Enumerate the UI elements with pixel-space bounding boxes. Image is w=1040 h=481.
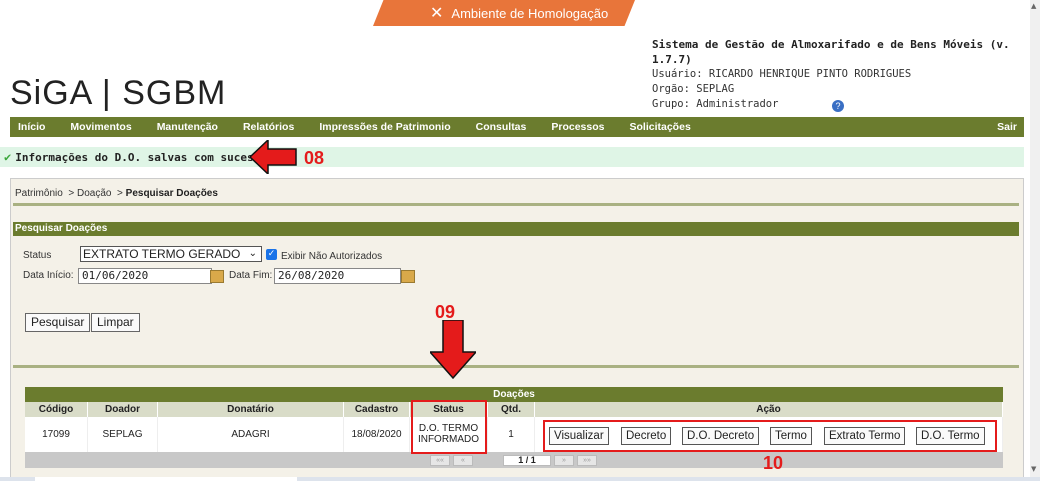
success-message: ✔ Informações do D.O. salvas com sucesso…	[0, 147, 1024, 167]
status-label: Status	[23, 250, 52, 261]
menu-item-inicio[interactable]: Início	[18, 121, 45, 133]
header-qty[interactable]: Qtd. Bens	[488, 402, 535, 430]
org-info: Orgão: SEPLAG	[652, 83, 735, 95]
system-info: Sistema de Gestão de Almoxarifado e de B…	[652, 37, 1040, 112]
breadcrumb-doacao[interactable]: Doação	[77, 188, 111, 199]
tools-icon: ✕	[430, 5, 444, 22]
cell-recipient: ADAGRI	[158, 417, 344, 452]
show-unauthorized-checkbox[interactable]: ✓	[266, 249, 277, 260]
end-date-label: Data Fim:	[229, 270, 273, 281]
cell-qty: 1	[488, 417, 535, 452]
pagination: «« « 1 / 1 » »»	[25, 452, 1003, 468]
check-icon: ✔	[4, 150, 12, 164]
grid-header: Código Doador Donatário Cadastro Status …	[25, 402, 1003, 430]
chevron-down-icon: ⌄	[248, 248, 257, 259]
calendar-icon[interactable]	[210, 270, 224, 283]
success-message-text: Informações do D.O. salvas com sucesso.	[15, 150, 274, 164]
show-unauthorized-label: Exibir Não Autorizados	[281, 251, 383, 262]
end-date-input[interactable]: 26/08/2020	[274, 268, 401, 284]
header-donor[interactable]: Doador	[88, 402, 158, 417]
last-page-button[interactable]: »»	[577, 455, 597, 466]
group-info: Grupo: Administrador	[652, 98, 779, 110]
annotation-arrow-down-icon	[430, 320, 476, 380]
page-indicator: 1 / 1	[503, 455, 551, 466]
calendar-icon[interactable]	[401, 270, 415, 283]
header-created[interactable]: Cadastro	[344, 402, 410, 417]
scroll-down-icon[interactable]: ▼	[1031, 465, 1036, 473]
user-info: Usuário: RICARDO HENRIQUE PINTO RODRIGUE…	[652, 68, 912, 80]
vertical-scrollbar[interactable]	[1030, 0, 1040, 477]
separator	[13, 203, 1019, 206]
status-highlight-box	[411, 400, 487, 454]
environment-banner-content: ✕ Ambiente de Homologação	[430, 3, 608, 23]
actions-highlight-box	[543, 420, 997, 452]
menu-item-solicitacoes[interactable]: Solicitações	[630, 121, 691, 133]
environment-label: Ambiente de Homologação	[451, 5, 609, 21]
breadcrumb-separator: >	[117, 188, 123, 199]
annotation-08: 08	[304, 148, 325, 168]
menu-item-movimentos[interactable]: Movimentos	[70, 121, 131, 133]
cell-donor: SEPLAG	[88, 417, 158, 452]
scroll-up-icon[interactable]: ▲	[1031, 2, 1036, 10]
breadcrumb-current: Pesquisar Doações	[125, 188, 218, 199]
search-panel-title: Pesquisar Doações	[13, 222, 1019, 236]
prev-page-button[interactable]: «	[453, 455, 473, 466]
separator	[13, 365, 1019, 368]
menu-item-processos[interactable]: Processos	[551, 121, 604, 133]
breadcrumb-patrimonio[interactable]: Patrimônio	[15, 188, 63, 199]
menu-item-impressoes[interactable]: Impressões de Patrimonio	[319, 121, 450, 133]
menu-item-consultas[interactable]: Consultas	[476, 121, 527, 133]
bottom-tab	[35, 477, 297, 481]
header-action: Ação	[535, 402, 1003, 417]
annotation-10: 10	[763, 453, 784, 473]
logout-link[interactable]: Sair	[997, 121, 1017, 133]
start-date-label: Data Início:	[23, 270, 74, 281]
header-recipient[interactable]: Donatário	[158, 402, 344, 417]
main-menu: Início Movimentos Manutenção Relatórios …	[10, 117, 1024, 137]
cell-created: 18/08/2020	[344, 417, 410, 452]
status-select[interactable]: EXTRATO TERMO GERADO ⌄	[80, 246, 262, 262]
menu-item-manutencao[interactable]: Manutenção	[157, 121, 218, 133]
donations-grid-title: Doações	[25, 387, 1003, 402]
breadcrumb: Patrimônio > Doação > Pesquisar Doações	[15, 188, 218, 199]
annotation-arrow-left-icon	[250, 140, 297, 174]
app-logo: SiGA | SGBM	[10, 74, 227, 112]
breadcrumb-separator: >	[68, 188, 75, 199]
first-page-button[interactable]: ««	[430, 455, 450, 466]
search-button[interactable]: Pesquisar	[25, 313, 91, 332]
header-code[interactable]: Código	[25, 402, 88, 417]
next-page-button[interactable]: »	[554, 455, 574, 466]
clear-button[interactable]: Limpar	[91, 313, 140, 332]
menu-item-relatorios[interactable]: Relatórios	[243, 121, 294, 133]
status-select-value: EXTRATO TERMO GERADO	[83, 247, 241, 261]
system-title: Sistema de Gestão de Almoxarifado e de B…	[652, 38, 1010, 66]
start-date-input[interactable]: 01/06/2020	[78, 268, 212, 284]
help-icon[interactable]: ?	[832, 100, 844, 112]
cell-code: 17099	[25, 417, 88, 452]
